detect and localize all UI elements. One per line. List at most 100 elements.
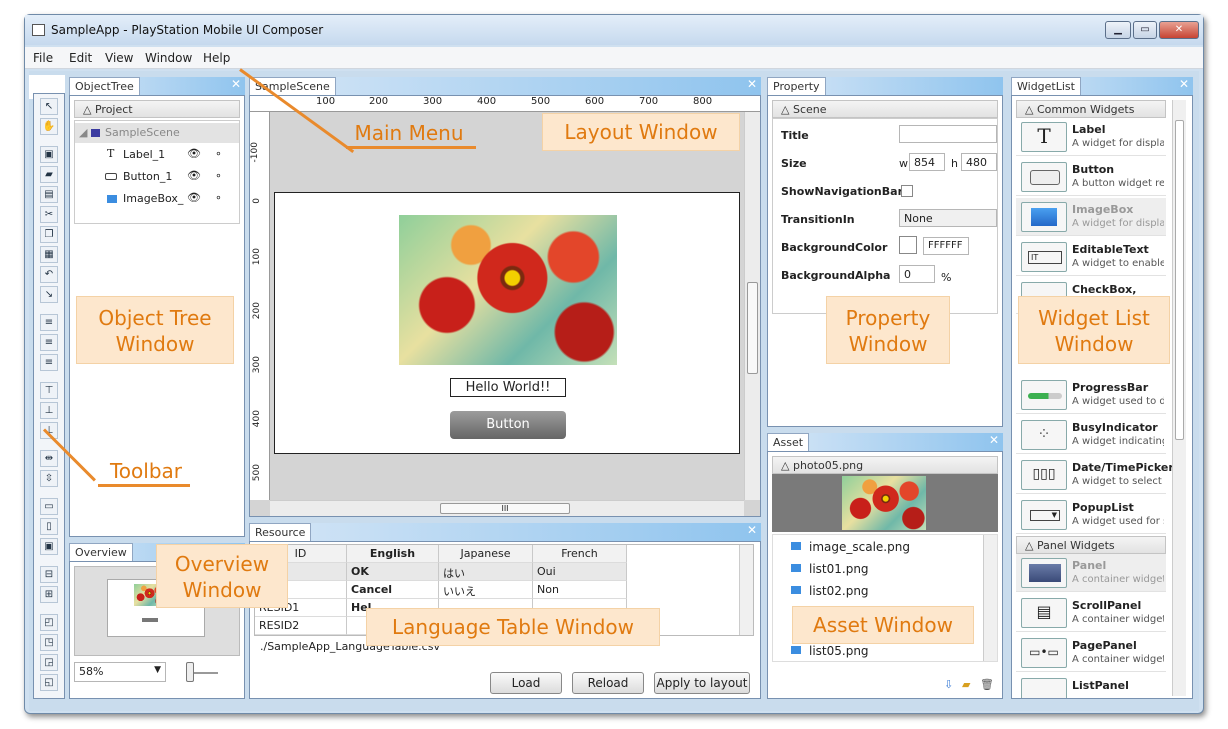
close-icon[interactable]: ✕	[747, 77, 757, 91]
dot-icon[interactable]: ∘	[215, 147, 222, 160]
cell-english[interactable]: OK	[347, 563, 439, 581]
distribute-v-icon[interactable]: ⇳	[40, 470, 58, 487]
align-top-icon[interactable]: ⊤	[40, 382, 58, 399]
widget-item-pagepanel[interactable]: ▭•▭ PagePanel A container widget th	[1016, 634, 1166, 672]
align-left-icon[interactable]: ≡	[40, 314, 58, 331]
menu-file[interactable]: File	[33, 51, 53, 65]
close-icon[interactable]: ✕	[231, 77, 241, 91]
align-center-icon[interactable]: ≡	[40, 334, 58, 351]
apply-to-layout-button[interactable]: Apply to layout	[654, 672, 750, 694]
align-right-icon[interactable]: ≡	[40, 354, 58, 371]
widget-list-scrollbar[interactable]	[1172, 100, 1186, 696]
widget-item-editabletext[interactable]: IT EditableText A widget to enable te	[1016, 238, 1166, 276]
tab-resource[interactable]: Resource	[249, 523, 312, 541]
scene-canvas[interactable]: Hello World!! Button	[274, 192, 740, 454]
cell-japanese[interactable]: はい	[439, 563, 533, 581]
widget-item-listpanel[interactable]: ListPanel	[1016, 674, 1166, 698]
dot-icon[interactable]: ∘	[215, 169, 222, 182]
menu-view[interactable]: View	[105, 51, 133, 65]
cell-french[interactable]: Non	[533, 581, 627, 599]
folder-icon[interactable]: ▰	[962, 678, 970, 691]
scene-section-header[interactable]: △ Scene	[772, 100, 998, 118]
zoom-select[interactable]: 58% ▼	[74, 662, 166, 682]
send-backward-icon[interactable]: ◱	[40, 674, 58, 691]
reload-button[interactable]: Reload	[572, 672, 644, 694]
list-item[interactable]: list05.png	[773, 641, 983, 661]
dot-icon[interactable]: ∘	[215, 191, 222, 204]
cell-french[interactable]: Oui	[533, 563, 627, 581]
maximize-icon[interactable]: ▭	[1133, 21, 1157, 39]
widget-item-popuplist[interactable]: ▼ PopupList A widget used for sel	[1016, 496, 1166, 534]
menu-window[interactable]: Window	[145, 51, 192, 65]
center-v-icon[interactable]: ⊞	[40, 586, 58, 603]
bring-forward-icon[interactable]: ◲	[40, 654, 58, 671]
copy-icon[interactable]: ❐	[40, 226, 58, 243]
tab-objecttree[interactable]: ObjectTree	[69, 77, 140, 95]
asset-scrollbar[interactable]	[983, 535, 997, 661]
hand-icon[interactable]: ✋	[40, 118, 58, 135]
send-back-icon[interactable]: ◳	[40, 634, 58, 651]
tree-row-imagebox[interactable]: ImageBox_ 👁 ∘	[75, 189, 239, 209]
align-middle-icon[interactable]: ⊥	[40, 402, 58, 419]
open-folder-icon[interactable]: ▰	[40, 166, 58, 183]
height-input[interactable]: 480	[961, 153, 997, 171]
tab-widgetlist[interactable]: WidgetList	[1011, 77, 1081, 95]
widget-item-panel[interactable]: Panel A container widget w	[1016, 554, 1166, 592]
eye-icon[interactable]: 👁	[187, 191, 201, 204]
paste-icon[interactable]: ▦	[40, 246, 58, 263]
minimize-icon[interactable]: ▁	[1105, 21, 1131, 39]
common-widgets-header[interactable]: △ Common Widgets	[1016, 100, 1166, 118]
load-button[interactable]: Load	[490, 672, 562, 694]
widget-item-busyindicator[interactable]: ⁘ BusyIndicator A widget indicating t	[1016, 416, 1166, 454]
close-icon[interactable]: ✕	[989, 433, 999, 447]
tab-property[interactable]: Property	[767, 77, 826, 95]
bgcolor-input[interactable]: FFFFFF	[923, 237, 969, 255]
vertical-scrollbar[interactable]	[744, 112, 760, 500]
transition-select[interactable]: None	[899, 209, 997, 227]
expand-icon[interactable]: ◢	[79, 126, 87, 139]
widget-item-progressbar[interactable]: ProgressBar A widget used to disp	[1016, 376, 1166, 414]
redo-icon[interactable]: ↘	[40, 286, 58, 303]
tab-asset[interactable]: Asset	[767, 433, 810, 451]
photo-section-header[interactable]: △ photo05.png	[772, 456, 998, 474]
widget-item-button[interactable]: Button A button widget resp	[1016, 158, 1166, 196]
widget-item-scrollpanel[interactable]: ▤ ScrollPanel A container widget w	[1016, 594, 1166, 632]
table-row[interactable]: ncel Cancel いいえ Non	[255, 581, 627, 599]
horizontal-scrollbar[interactable]: III	[270, 500, 744, 516]
new-file-icon[interactable]: ▤	[40, 186, 58, 203]
bgcolor-swatch[interactable]	[899, 236, 917, 254]
menu-edit[interactable]: Edit	[69, 51, 92, 65]
menu-help[interactable]: Help	[203, 51, 230, 65]
widget-item-label[interactable]: T Label A widget for displayin	[1016, 118, 1166, 156]
title-input[interactable]	[899, 125, 997, 143]
tab-overview[interactable]: Overview	[69, 543, 133, 561]
import-icon[interactable]: ⇩	[944, 678, 953, 691]
layout-canvas[interactable]: 100 200 300 400 500 600 700 800 -100 0 1…	[249, 95, 761, 517]
center-h-icon[interactable]: ⊟	[40, 566, 58, 583]
undo-icon[interactable]: ↶	[40, 266, 58, 283]
same-height-icon[interactable]: ▯	[40, 518, 58, 535]
project-header[interactable]: △ Project	[74, 100, 240, 118]
widget-item-imagebox[interactable]: ImageBox A widget for displayi	[1016, 198, 1166, 236]
imagebox-photo[interactable]	[399, 215, 617, 365]
same-width-icon[interactable]: ▭	[40, 498, 58, 515]
select-arrow-icon[interactable]: ↖	[40, 98, 58, 115]
horizontal-scroll-thumb[interactable]: III	[440, 503, 570, 514]
table-scrollbar[interactable]	[739, 545, 753, 635]
chevron-down-icon[interactable]: ▼	[154, 665, 161, 675]
widget-item-datetimepicker[interactable]: ▯▯▯ Date/TimePicker A widget to select t…	[1016, 456, 1174, 494]
width-input[interactable]: 854	[909, 153, 945, 171]
table-row[interactable]: OK はい Oui	[255, 563, 627, 581]
tree-row-button[interactable]: Button_1 👁 ∘	[75, 167, 239, 187]
cell-id[interactable]: RESID2	[255, 617, 347, 635]
same-size-icon[interactable]: ▣	[40, 538, 58, 555]
widget-list-scroll-thumb[interactable]	[1175, 120, 1184, 440]
cell-japanese[interactable]: いいえ	[439, 581, 533, 599]
scene-button[interactable]: Button	[450, 411, 566, 439]
save-icon[interactable]: ▣	[40, 146, 58, 163]
close-icon[interactable]: ✕	[1179, 77, 1189, 91]
bgalpha-input[interactable]: 0	[899, 265, 935, 283]
list-item[interactable]: image_scale.png	[773, 537, 983, 557]
list-item[interactable]: list02.png	[773, 581, 983, 601]
zoom-slider-thumb[interactable]	[186, 662, 194, 682]
